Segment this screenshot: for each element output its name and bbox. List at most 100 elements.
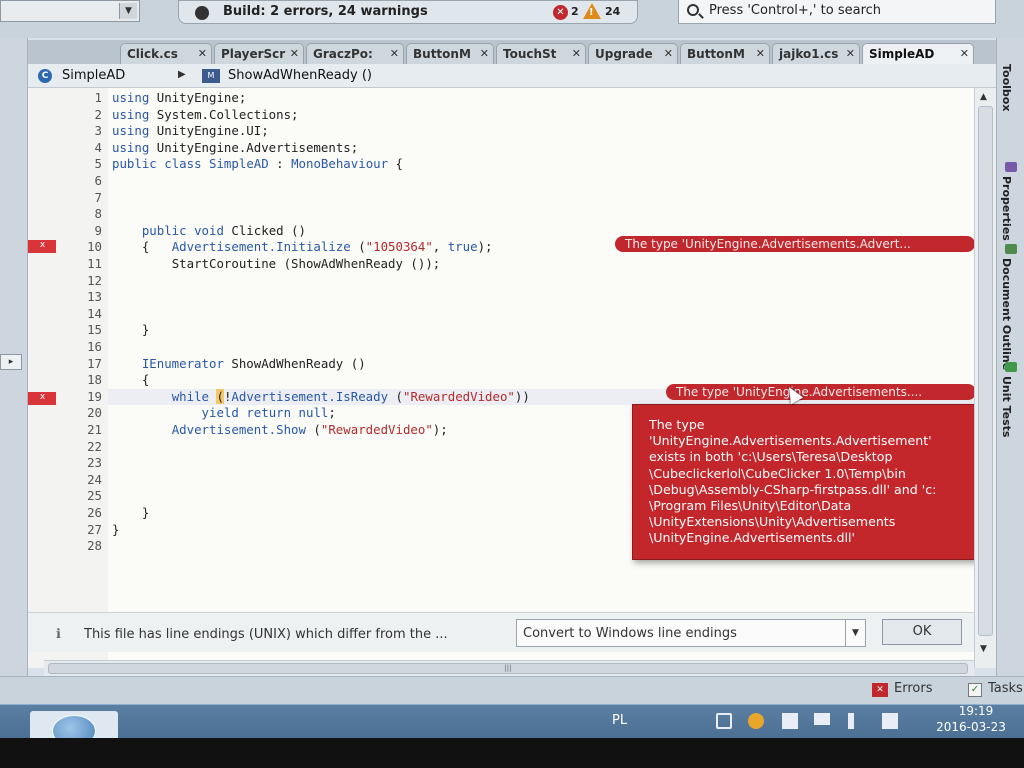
tab-buttonm-2[interactable]: ButtonM ✕ bbox=[680, 43, 770, 64]
clock-time[interactable]: 19:19 bbox=[944, 704, 1008, 718]
show-hidden-icons-icon[interactable] bbox=[716, 713, 732, 729]
line-number: 26 bbox=[87, 505, 102, 520]
line-number: 4 bbox=[94, 139, 102, 155]
tab-upgrade[interactable]: Upgrade ✕ bbox=[588, 43, 678, 64]
breadcrumb-class[interactable]: SimpleAD bbox=[62, 68, 125, 83]
dock-tab-properties[interactable]: Properties bbox=[1000, 176, 1013, 241]
code-line: while (!Advertisement.IsReady ("Rewarded… bbox=[171, 388, 530, 404]
line-number: 13 bbox=[87, 289, 102, 305]
error-count[interactable]: 2 bbox=[571, 5, 579, 18]
scrollbar-thumb[interactable]: ||| bbox=[48, 663, 968, 674]
tab-touchst[interactable]: TouchSt ✕ bbox=[496, 43, 586, 64]
code-line: { bbox=[112, 372, 150, 388]
left-pad-toggle[interactable]: ▸ bbox=[0, 354, 22, 370]
scroll-up-icon[interactable]: ▲ bbox=[980, 92, 987, 102]
close-icon[interactable]: ✕ bbox=[756, 47, 765, 60]
clock-date[interactable]: 2016-03-23 bbox=[926, 720, 1016, 734]
line-number: 17 bbox=[87, 355, 102, 371]
line-number: 16 bbox=[87, 339, 102, 354]
language-indicator[interactable]: PL bbox=[612, 713, 627, 728]
code-line: yield return null; bbox=[201, 405, 336, 421]
close-icon[interactable]: ✕ bbox=[480, 47, 489, 60]
search-placeholder: Press 'Control+,' to search bbox=[709, 3, 882, 18]
error-icon[interactable]: ✕ bbox=[553, 5, 568, 20]
close-icon[interactable]: ✕ bbox=[390, 47, 399, 60]
windows-flag-icon[interactable] bbox=[882, 713, 898, 729]
bottom-pad-bar: ✕ Errors ✓ Tasks bbox=[0, 676, 1024, 704]
close-icon[interactable]: ✕ bbox=[846, 47, 855, 60]
chevron-down-icon[interactable]: ▼ bbox=[119, 3, 137, 19]
dock-tab-toolbox[interactable]: Toolbox bbox=[1000, 64, 1013, 111]
line-number: 28 bbox=[87, 538, 102, 554]
document-outline-icon bbox=[1005, 244, 1017, 254]
errors-pad-button[interactable]: ✕ Errors bbox=[872, 681, 932, 701]
dock-tab-unit-tests[interactable]: Unit Tests bbox=[1000, 376, 1013, 437]
search-input[interactable]: Press 'Control+,' to search bbox=[678, 0, 996, 24]
code-line: } bbox=[112, 521, 120, 537]
code-line: StartCoroutine (ShowAdWhenReady ()); bbox=[171, 256, 441, 271]
action-center-icon[interactable] bbox=[782, 713, 798, 729]
line-number: 8 bbox=[94, 206, 102, 222]
line-number: 19 bbox=[87, 388, 102, 404]
line-number: 22 bbox=[87, 438, 102, 454]
tab-click-cs[interactable]: Click.cs ✕ bbox=[120, 43, 212, 64]
line-number: 27 bbox=[87, 521, 102, 537]
code-line: IEnumerator ShowAdWhenReady () bbox=[141, 355, 366, 371]
error-bubble-line-19[interactable]: The type 'UnityEngine.Advertisements.... bbox=[666, 384, 976, 400]
line-number: 9 bbox=[94, 222, 102, 238]
code-editor[interactable]: 1234567891011121314151617181920212223242… bbox=[28, 88, 976, 668]
line-number: 25 bbox=[87, 488, 102, 504]
line-number: 23 bbox=[87, 455, 102, 471]
close-icon[interactable]: ✕ bbox=[572, 47, 581, 60]
line-endings-select[interactable]: Convert to Windows line endings ▼ bbox=[516, 619, 866, 647]
code-line: { Advertisement.Initialize ("1050364", t… bbox=[112, 239, 493, 255]
update-icon[interactable] bbox=[748, 713, 764, 729]
scrollbar-thumb[interactable] bbox=[978, 106, 993, 636]
tab-graczpo[interactable]: GraczPo: ✕ bbox=[306, 43, 404, 64]
tab-playerscr[interactable]: PlayerScr ✕ bbox=[214, 43, 304, 64]
monitor-bezel bbox=[0, 738, 1024, 768]
code-line: using System.Collections; bbox=[112, 106, 299, 122]
network-icon[interactable] bbox=[814, 713, 830, 725]
scroll-down-icon[interactable]: ▼ bbox=[980, 644, 987, 654]
error-marker-line-19[interactable] bbox=[28, 391, 56, 405]
tasks-icon: ✓ bbox=[968, 683, 982, 697]
vertical-scrollbar[interactable]: ▲ ▼ bbox=[974, 88, 996, 668]
dock-tab-document-outline[interactable]: Document Outline bbox=[1000, 258, 1013, 370]
horizontal-scrollbar[interactable]: ||| bbox=[44, 660, 974, 676]
warning-count[interactable]: 24 bbox=[605, 5, 620, 18]
volume-icon[interactable] bbox=[848, 713, 858, 729]
build-status-panel[interactable]: Build: 2 errors, 24 warnings ✕ 2 ! 24 bbox=[178, 0, 638, 24]
close-icon[interactable]: ✕ bbox=[960, 47, 969, 60]
line-number: 6 bbox=[94, 173, 102, 188]
line-endings-notification: ℹ This file has line endings (UNIX) whic… bbox=[28, 612, 974, 652]
line-number: 24 bbox=[87, 471, 102, 487]
close-icon[interactable]: ✕ bbox=[664, 47, 673, 60]
ok-button[interactable]: OK bbox=[882, 619, 962, 645]
error-marker-line-10[interactable] bbox=[28, 239, 56, 253]
chevron-down-icon[interactable]: ▼ bbox=[845, 620, 865, 646]
error-tooltip: The type 'UnityEngine.Advertisements.Adv… bbox=[632, 404, 1022, 560]
warning-icon[interactable]: ! bbox=[583, 3, 601, 19]
code-line: public void Clicked () bbox=[141, 222, 306, 238]
left-dock: ▸ bbox=[0, 38, 28, 704]
error-bubble-line-10[interactable]: The type 'UnityEngine.Advertisements.Adv… bbox=[615, 236, 975, 252]
errors-label: Errors bbox=[894, 681, 933, 696]
code-line: using UnityEngine.Advertisements; bbox=[112, 139, 359, 155]
line-number: 20 bbox=[87, 405, 102, 421]
close-icon[interactable]: ✕ bbox=[290, 47, 299, 60]
tasks-pad-button[interactable]: ✓ Tasks bbox=[966, 681, 1023, 697]
line-endings-select-value: Convert to Windows line endings bbox=[523, 626, 737, 641]
properties-icon bbox=[1005, 162, 1017, 172]
close-icon[interactable]: ✕ bbox=[198, 47, 207, 60]
configuration-dropdown[interactable]: ▼ bbox=[0, 0, 140, 22]
screen: ▼ Build: 2 errors, 24 warnings ✕ 2 ! 24 … bbox=[0, 0, 1024, 768]
tab-buttonm-1[interactable]: ButtonM ✕ bbox=[406, 43, 494, 64]
line-number: 7 bbox=[94, 189, 102, 205]
code-line: } bbox=[112, 322, 150, 338]
code-line: using UnityEngine; bbox=[112, 90, 247, 105]
line-number: 11 bbox=[87, 256, 102, 271]
tab-jajko1-cs[interactable]: jajko1.cs ✕ bbox=[772, 43, 860, 64]
breadcrumb-method[interactable]: ShowAdWhenReady () bbox=[228, 68, 372, 83]
tab-simplead[interactable]: SimpleAD ✕ bbox=[862, 43, 974, 64]
